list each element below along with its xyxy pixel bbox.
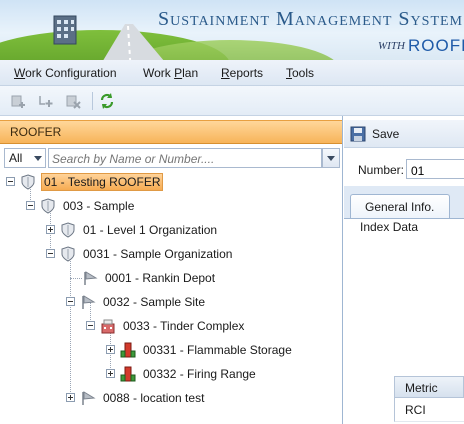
shield-icon bbox=[61, 222, 75, 238]
navigation-pane: ROOFER All 01 - Testing ROOFER 003 - Sam… bbox=[0, 116, 343, 424]
search-input[interactable] bbox=[48, 148, 322, 168]
number-label: Number: bbox=[358, 163, 405, 177]
menu-hotkey: W bbox=[14, 66, 26, 80]
menu-hotkey: P bbox=[174, 66, 183, 80]
tree-connector bbox=[70, 278, 82, 279]
tree-expand-toggle[interactable] bbox=[106, 345, 115, 354]
menu-label: ork Configuration bbox=[25, 66, 117, 80]
location-tree: 01 - Testing ROOFER 003 - Sample 01 - Le… bbox=[0, 172, 342, 424]
menu-bar: Work Configuration Work Plan Reports Too… bbox=[0, 60, 464, 86]
app-title: Sustainment Management System bbox=[158, 8, 464, 30]
menu-work-plan[interactable]: Work Plan bbox=[143, 66, 198, 80]
tree-connector bbox=[70, 254, 71, 398]
menu-work-configuration[interactable]: Work Configuration bbox=[14, 66, 117, 80]
tree-node-label: 0001 - Rankin Depot bbox=[105, 271, 216, 285]
save-icon bbox=[350, 126, 366, 142]
save-button[interactable]: Save bbox=[350, 126, 399, 142]
menu-label: lan bbox=[182, 66, 199, 80]
tree-node[interactable]: 0001 - Rankin Depot bbox=[82, 268, 217, 288]
chevron-down-icon bbox=[327, 156, 335, 161]
tree-expand-toggle[interactable] bbox=[66, 393, 75, 402]
refresh-icon bbox=[100, 93, 114, 109]
menu-reports[interactable]: Reports bbox=[221, 66, 263, 80]
tree-node-label: 0088 - location test bbox=[103, 391, 205, 405]
add-node-button[interactable] bbox=[9, 92, 27, 110]
tree-node-label: 0031 - Sample Organization bbox=[83, 247, 233, 261]
filter-selected-value: All bbox=[9, 151, 23, 165]
tree-expand-toggle[interactable] bbox=[106, 369, 115, 378]
tree-node[interactable]: 01 - Testing ROOFER bbox=[20, 172, 164, 192]
metric-column-header[interactable]: Metric bbox=[394, 376, 464, 398]
save-button-label: Save bbox=[372, 127, 400, 141]
chevron-down-icon bbox=[34, 156, 42, 161]
tree-node-label: 00332 - Firing Range bbox=[143, 367, 256, 381]
tree-collapse-toggle[interactable] bbox=[6, 177, 15, 186]
toolbar bbox=[0, 86, 464, 116]
details-pane: Save Number: General Info. Index Data Me… bbox=[344, 116, 464, 424]
menu-label: ools bbox=[292, 66, 315, 80]
banner-building-icon bbox=[53, 15, 77, 45]
site-flag-icon bbox=[84, 271, 98, 285]
filter-dropdown[interactable]: All bbox=[4, 148, 46, 168]
complex-icon bbox=[101, 319, 115, 334]
building-icon bbox=[120, 342, 136, 358]
menu-tools[interactable]: Tools bbox=[286, 66, 314, 80]
tree-node-label: 00331 - Flammable Storage bbox=[143, 343, 292, 357]
tab-general-info[interactable]: General Info. bbox=[350, 194, 450, 218]
shield-icon bbox=[41, 198, 55, 214]
tree-node[interactable]: 0032 - Sample Site bbox=[80, 292, 207, 312]
tree-collapse-toggle[interactable] bbox=[46, 249, 55, 258]
delete-node-icon bbox=[66, 95, 81, 109]
tree-node[interactable]: 0031 - Sample Organization bbox=[60, 244, 234, 264]
index-data-label: Index Data bbox=[360, 220, 419, 234]
tree-collapse-toggle[interactable] bbox=[66, 297, 75, 306]
tree-expand-toggle[interactable] bbox=[46, 225, 55, 234]
pane-header: ROOFER bbox=[0, 120, 342, 144]
tree-collapse-toggle[interactable] bbox=[26, 201, 35, 210]
building-icon bbox=[120, 366, 136, 382]
table-row[interactable]: RCI bbox=[394, 398, 464, 422]
tree-node[interactable]: 0033 - Tinder Complex bbox=[100, 316, 246, 336]
delete-node-button[interactable] bbox=[64, 92, 82, 110]
tree-node-label: 0032 - Sample Site bbox=[103, 295, 206, 309]
tree-node[interactable]: 0088 - location test bbox=[80, 388, 206, 408]
metric-table: Metric RCI bbox=[394, 376, 464, 422]
site-flag-icon bbox=[82, 391, 96, 405]
app-banner: Sustainment Management System WITH ROOFE… bbox=[0, 0, 464, 60]
tree-node[interactable]: 00332 - Firing Range bbox=[120, 364, 258, 384]
number-field[interactable] bbox=[406, 159, 464, 179]
search-dropdown-button[interactable] bbox=[322, 148, 340, 168]
tree-node-label: 0033 - Tinder Complex bbox=[123, 319, 245, 333]
banner-product-name: ROOFER bbox=[408, 36, 464, 55]
tree-collapse-toggle[interactable] bbox=[86, 321, 95, 330]
shield-icon bbox=[21, 174, 35, 190]
site-flag-icon bbox=[82, 295, 96, 309]
banner-with-text: WITH bbox=[378, 40, 405, 52]
add-child-button[interactable] bbox=[36, 92, 54, 110]
toolbar-separator bbox=[92, 92, 93, 110]
shield-icon bbox=[61, 246, 75, 262]
menu-hotkey: R bbox=[221, 66, 230, 80]
menu-label: Work bbox=[143, 66, 175, 80]
tree-node[interactable]: 00331 - Flammable Storage bbox=[120, 340, 294, 360]
tree-node[interactable]: 003 - Sample bbox=[40, 196, 136, 216]
tree-node-label: 003 - Sample bbox=[63, 199, 135, 213]
add-child-icon bbox=[39, 96, 53, 107]
refresh-button[interactable] bbox=[98, 92, 116, 110]
add-node-icon bbox=[11, 95, 25, 108]
tree-node-label: 01 - Level 1 Organization bbox=[83, 223, 218, 237]
details-toolbar: Save bbox=[344, 120, 464, 148]
tree-node[interactable]: 01 - Level 1 Organization bbox=[60, 220, 219, 240]
tree-node-label: 01 - Testing ROOFER bbox=[41, 173, 164, 191]
menu-label: eports bbox=[229, 66, 264, 80]
